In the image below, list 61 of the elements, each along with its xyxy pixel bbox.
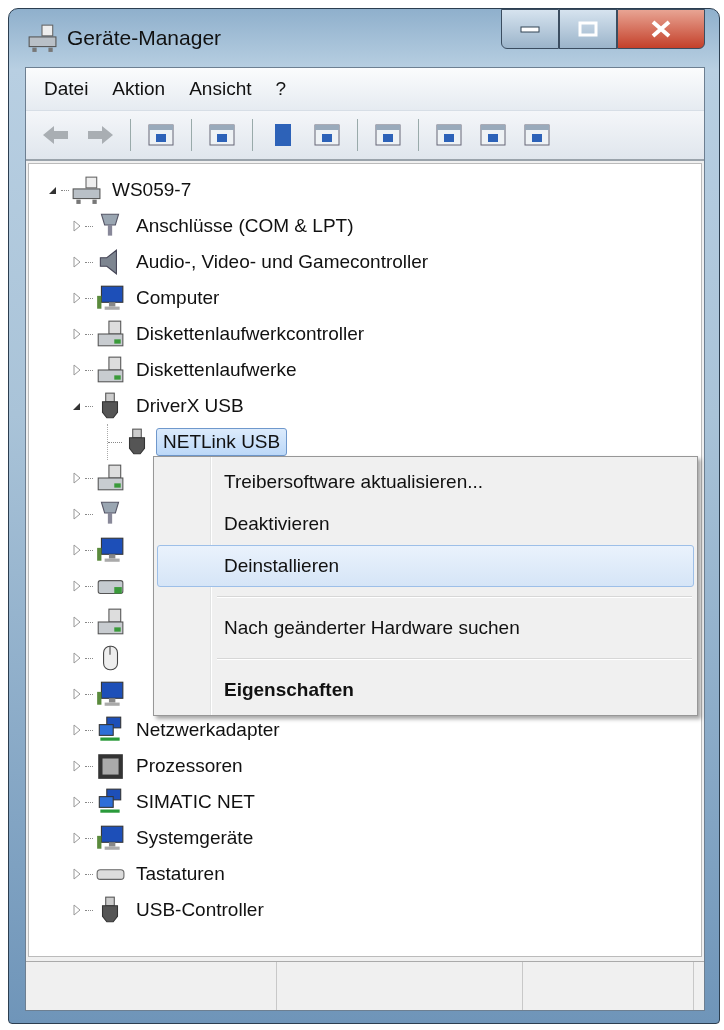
menu-item[interactable]: Nach geänderter Hardware suchen: [157, 607, 694, 649]
expand-triangle-icon[interactable]: [71, 256, 83, 268]
menu-item[interactable]: Ansicht: [189, 78, 252, 100]
tree-item[interactable]: Prozessoren: [129, 752, 250, 780]
tree-item[interactable]: Diskettenlaufwerke: [129, 356, 304, 384]
menu-item[interactable]: Deaktivieren: [157, 503, 694, 545]
panel-icon: [146, 121, 176, 149]
expand-triangle-icon[interactable]: [71, 652, 83, 664]
menu-item[interactable]: Aktion: [112, 78, 166, 100]
expand-triangle-icon[interactable]: [71, 760, 83, 772]
tree-item[interactable]: Computer: [129, 284, 227, 312]
expand-triangle-icon[interactable]: [71, 580, 83, 592]
menu-item[interactable]: Deinstallieren: [157, 545, 694, 587]
expand-triangle-icon[interactable]: [71, 904, 83, 916]
expand-triangle-icon[interactable]: [71, 220, 83, 232]
close-icon: [650, 20, 672, 38]
drive-icon: [95, 607, 125, 637]
menu-item[interactable]: Datei: [44, 78, 89, 100]
tree-item[interactable]: NETLink USB: [156, 428, 288, 456]
monitor-icon: [95, 823, 125, 853]
expand-triangle-icon[interactable]: [71, 508, 83, 520]
monitor-icon: [95, 535, 125, 565]
close-button[interactable]: [617, 9, 705, 49]
chip-icon: [95, 751, 125, 781]
expand-triangle-icon[interactable]: [71, 832, 83, 844]
menu-item[interactable]: Treibersoftware aktualisieren...: [157, 461, 694, 503]
workstation-icon: [71, 175, 101, 205]
panel-icon: [312, 121, 342, 149]
maximize-icon: [578, 21, 598, 37]
tree-item[interactable]: Audio-, Video- und Gamecontroller: [129, 248, 436, 276]
tree-item[interactable]: Netzwerkadapter: [129, 716, 287, 744]
menu-item[interactable]: Eigenschaften: [157, 669, 694, 711]
tree-item[interactable]: USB-Controller: [129, 896, 271, 924]
tree-item[interactable]: Anschlüsse (COM & LPT): [129, 212, 361, 240]
expand-triangle-icon[interactable]: [71, 724, 83, 736]
expand-triangle-icon[interactable]: [71, 472, 83, 484]
drive-icon: [95, 355, 125, 385]
expand-triangle-icon[interactable]: [71, 544, 83, 556]
drive-icon: [95, 463, 125, 493]
tree-item[interactable]: WS059-7: [105, 176, 199, 204]
tree-item[interactable]: Systemgeräte: [129, 824, 261, 852]
window-title: Geräte-Manager: [67, 26, 222, 50]
monitor-icon: [95, 679, 125, 709]
workstation-icon: [27, 23, 57, 53]
expand-triangle-icon[interactable]: [71, 328, 83, 340]
expand-triangle-icon[interactable]: [71, 796, 83, 808]
tree-item[interactable]: DriverX USB: [129, 392, 251, 420]
minimize-icon: [520, 25, 540, 33]
drive-icon: [95, 319, 125, 349]
expand-triangle-icon[interactable]: [71, 364, 83, 376]
menu-item[interactable]: ?: [275, 78, 287, 100]
maximize-button[interactable]: [559, 9, 617, 49]
tree-item[interactable]: SIMATIC NET: [129, 788, 262, 816]
expand-triangle-icon[interactable]: [71, 292, 83, 304]
expand-triangle-icon[interactable]: [71, 868, 83, 880]
monitor-icon: [95, 283, 125, 313]
expand-triangle-icon[interactable]: [71, 616, 83, 628]
tree-item[interactable]: Diskettenlaufwerkcontroller: [129, 320, 372, 348]
minimize-button[interactable]: [501, 9, 559, 49]
tree-item[interactable]: Tastaturen: [129, 860, 232, 888]
expand-triangle-icon[interactable]: [71, 688, 83, 700]
